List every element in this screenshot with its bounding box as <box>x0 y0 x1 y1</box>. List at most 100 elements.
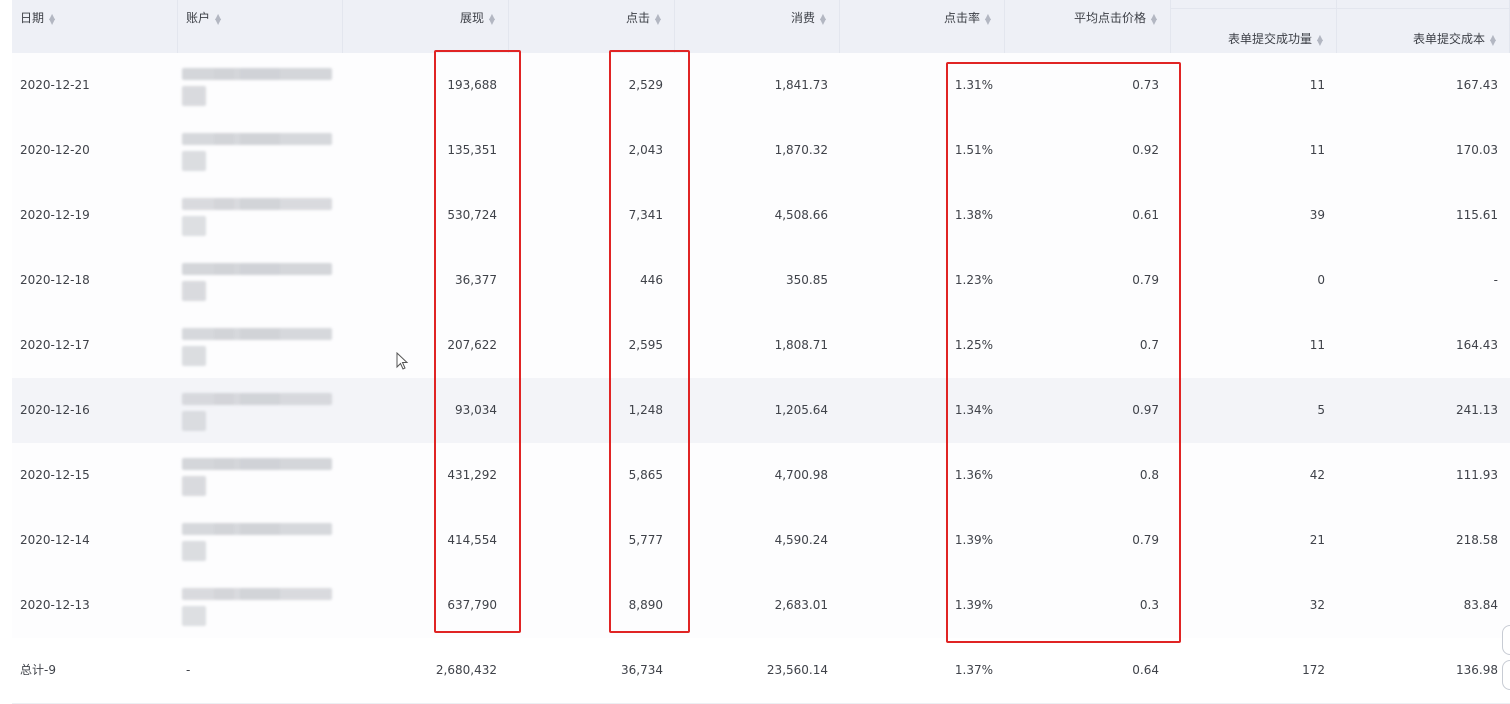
sort-icon[interactable]: ▲ ▼ <box>48 12 56 25</box>
cell-date: 2020-12-20 <box>20 143 90 157</box>
account-name-redacted <box>182 59 332 107</box>
cell-cpc: 0.64 <box>1132 663 1159 677</box>
cell-cpc: 0.7 <box>1139 338 1159 352</box>
cell-spend: 1,808.71 <box>774 338 828 352</box>
cell-spend: 4,700.98 <box>774 468 828 482</box>
account-name-redacted <box>182 579 332 627</box>
cell-spend: 4,508.66 <box>774 208 828 222</box>
cell-impressions: 193,688 <box>447 78 497 92</box>
cell-impressions: 637,790 <box>447 598 497 612</box>
account-name-redacted <box>182 449 332 497</box>
cell-impressions: 207,622 <box>447 338 497 352</box>
cell-date: 2020-12-19 <box>20 208 90 222</box>
table-row[interactable]: 2020-12-15 431,292 5,865 4,700.98 1.36% 0.8 42… <box>12 443 1510 509</box>
cell-form_cost: 218.58 <box>1456 533 1498 547</box>
cell-impressions: 431,292 <box>447 468 497 482</box>
cell-impressions: 36,377 <box>455 273 497 287</box>
cell-form_success: 32 <box>1309 598 1325 612</box>
cell-account: - <box>186 663 191 677</box>
table-row[interactable]: 2020-12-13 637,790 8,890 2,683.01 1.39% 0.3 32… <box>12 573 1510 639</box>
account-name-redacted <box>182 254 332 302</box>
sort-icon[interactable]: ▲ ▼ <box>819 12 827 25</box>
table-row[interactable]: 2020-12-19 530,724 7,341 4,508.66 1.38% 0.61 3… <box>12 183 1510 249</box>
cell-date: 总计-9 <box>20 663 56 677</box>
column-header-label: 展现 <box>459 11 484 25</box>
cell-date: 2020-12-15 <box>20 468 90 482</box>
cell-date: 2020-12-14 <box>20 533 90 547</box>
cell-ctr: 1.39% <box>954 533 993 547</box>
column-header-label: 点击 <box>625 11 650 25</box>
sort-icon[interactable]: ▲ ▼ <box>1150 12 1158 25</box>
cell-impressions: 93,034 <box>455 403 497 417</box>
cell-spend: 350.85 <box>786 273 828 287</box>
account-name-redacted <box>182 124 332 172</box>
cell-spend: 4,590.24 <box>774 533 828 547</box>
cell-form_success: 172 <box>1302 663 1325 677</box>
table-row[interactable]: 2020-12-21 193,688 2,529 1,841.73 1.31% 0.73 1… <box>12 53 1510 119</box>
column-header-label: 日期 <box>20 11 45 25</box>
table-row[interactable]: 2020-12-18 36,377 446 350.85 1.23% 0.79 0 - <box>12 248 1510 314</box>
cell-impressions: 2,680,432 <box>435 663 497 677</box>
cell-ctr: 1.36% <box>954 468 993 482</box>
cell-impressions: 135,351 <box>447 143 497 157</box>
sort-icon[interactable]: ▲ ▼ <box>1489 33 1497 46</box>
cell-cpc: 0.73 <box>1132 78 1159 92</box>
mouse-cursor-icon <box>396 352 409 370</box>
column-header-label: 消费 <box>790 11 815 25</box>
table-row[interactable]: 2020-12-17 207,622 2,595 1,808.71 1.25% 0.7 11… <box>12 313 1510 379</box>
cell-form_cost: 241.13 <box>1456 403 1498 417</box>
column-header-label: 点击率 <box>943 11 980 25</box>
cell-form_cost: 170.03 <box>1456 143 1498 157</box>
cell-form_cost: 111.93 <box>1456 468 1498 482</box>
cell-form_cost: 83.84 <box>1463 598 1498 612</box>
cell-clicks: 5,865 <box>628 468 663 482</box>
cell-cpc: 0.97 <box>1132 403 1159 417</box>
account-name-redacted <box>182 189 332 237</box>
cell-form_cost: 136.98 <box>1456 663 1498 677</box>
cell-date: 2020-12-21 <box>20 78 90 92</box>
sort-icon[interactable]: ▲ ▼ <box>1316 33 1324 46</box>
cell-date: 2020-12-17 <box>20 338 90 352</box>
sort-icon[interactable]: ▲ ▼ <box>984 12 992 25</box>
cell-clicks: 7,341 <box>628 208 663 222</box>
table-row[interactable]: 2020-12-20 135,351 2,043 1,870.32 1.51% 0.92 1… <box>12 118 1510 184</box>
cell-cpc: 0.61 <box>1132 208 1159 222</box>
cell-cpc: 0.8 <box>1139 468 1159 482</box>
account-name-redacted <box>182 384 332 432</box>
cell-form_cost: 164.43 <box>1456 338 1498 352</box>
cell-clicks: 36,734 <box>621 663 663 677</box>
cell-ctr: 1.23% <box>954 273 993 287</box>
side-widget-1[interactable] <box>1502 625 1510 655</box>
column-header-label: 表单提交成本 <box>1412 32 1485 46</box>
cell-date: 2020-12-16 <box>20 403 90 417</box>
column-header-label: 表单提交成功量 <box>1227 32 1312 46</box>
side-widget-2[interactable] <box>1502 660 1510 690</box>
cell-form_success: 11 <box>1309 338 1325 352</box>
cell-spend: 1,870.32 <box>774 143 828 157</box>
cell-ctr: 1.39% <box>954 598 993 612</box>
cell-date: 2020-12-18 <box>20 273 90 287</box>
cell-ctr: 1.51% <box>954 143 993 157</box>
cell-form_success: 11 <box>1309 78 1325 92</box>
table-row[interactable]: 2020-12-14 414,554 5,777 4,590.24 1.39% 0.79 2… <box>12 508 1510 574</box>
cell-ctr: 1.37% <box>954 663 993 677</box>
cell-cpc: 0.3 <box>1139 598 1159 612</box>
cell-form_cost: 115.61 <box>1456 208 1498 222</box>
cell-clicks: 8,890 <box>628 598 663 612</box>
cell-impressions: 530,724 <box>447 208 497 222</box>
cell-clicks: 2,529 <box>628 78 663 92</box>
cell-clicks: 2,595 <box>628 338 663 352</box>
sort-icon[interactable]: ▲ ▼ <box>488 12 496 25</box>
cell-spend: 2,683.01 <box>774 598 828 612</box>
cell-ctr: 1.25% <box>954 338 993 352</box>
cell-ctr: 1.38% <box>954 208 993 222</box>
cell-form_success: 42 <box>1309 468 1325 482</box>
cell-ctr: 1.31% <box>954 78 993 92</box>
cell-spend: 23,560.14 <box>766 663 828 677</box>
sort-icon[interactable]: ▲ ▼ <box>654 12 662 25</box>
sort-icon[interactable]: ▲ ▼ <box>214 12 222 25</box>
cell-cpc: 0.79 <box>1132 273 1159 287</box>
table-row[interactable]: 2020-12-16 93,034 1,248 1,205.64 1.34% 0.97 5 2… <box>12 378 1510 444</box>
cell-ctr: 1.34% <box>954 403 993 417</box>
cell-form_cost: 167.43 <box>1456 78 1498 92</box>
